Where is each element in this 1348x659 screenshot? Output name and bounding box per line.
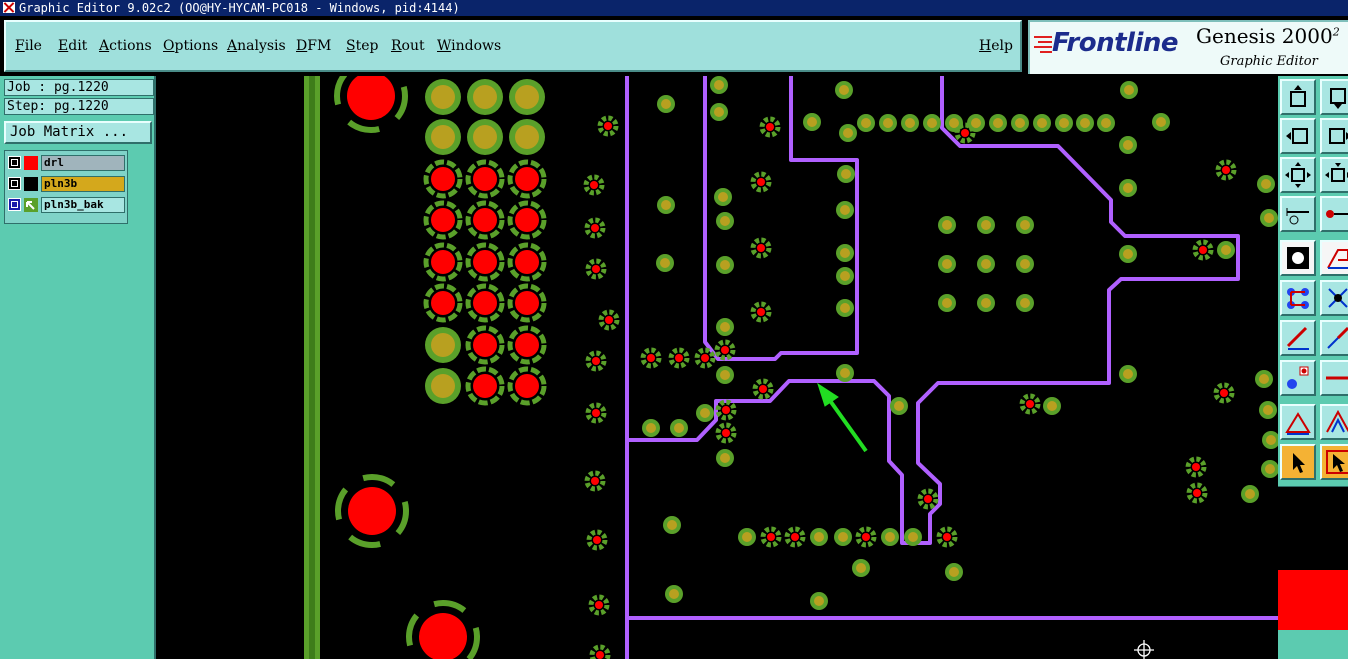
menu-dfm[interactable]: DFM xyxy=(296,38,331,54)
brand-banner: Frontline Genesis 20002 Graphic Editor xyxy=(1028,20,1348,74)
snapshot-icon[interactable] xyxy=(1280,240,1316,276)
triangle-icon[interactable] xyxy=(1280,404,1316,440)
line-blue-icon[interactable] xyxy=(1320,320,1348,356)
move-left-icon[interactable] xyxy=(1280,118,1316,154)
menu-step[interactable]: Step xyxy=(346,38,378,54)
layer-color-swatch[interactable] xyxy=(24,156,38,170)
job-matrix-button[interactable]: Job Matrix ... xyxy=(4,121,152,144)
fit-icon[interactable] xyxy=(1280,157,1316,193)
pointer-icon[interactable] xyxy=(1280,444,1316,480)
layer-checkbox[interactable] xyxy=(8,156,21,169)
line-red-icon[interactable] xyxy=(1280,320,1316,356)
layer-row-pln3b[interactable]: pln3b xyxy=(8,176,126,192)
left-panel: Job : pg.1220 Step: pg.1220 Job Matrix .… xyxy=(0,76,155,659)
menu-actions[interactable]: Actions xyxy=(99,38,152,54)
menu-windows[interactable]: Windows xyxy=(437,38,501,54)
layer-checkbox[interactable] xyxy=(8,177,21,190)
current-color-swatch[interactable] xyxy=(1278,570,1348,630)
layer-checkbox[interactable] xyxy=(8,198,21,211)
window-title: Graphic Editor 9.02c2 (OO@HY-HYCAM-PC018… xyxy=(19,1,460,15)
pointer-alt-icon[interactable] xyxy=(1320,444,1348,480)
via-group xyxy=(586,118,1234,659)
frontline-logo: Frontline xyxy=(1052,28,1179,58)
move-right-icon[interactable] xyxy=(1320,118,1348,154)
step-label: Step: pg.1220 xyxy=(4,98,154,115)
menu-bar: File Edit Actions Options Analysis DFM S… xyxy=(4,20,1022,72)
fit-alt-icon[interactable] xyxy=(1320,157,1348,193)
product-name: Genesis 20002 xyxy=(1196,24,1340,48)
add-pad-icon[interactable] xyxy=(1280,360,1316,396)
layer-row-drl[interactable]: drl xyxy=(8,155,126,171)
pad-group xyxy=(642,76,1278,610)
annotation-arrow-icon xyxy=(817,382,868,453)
move-up-alt-icon[interactable] xyxy=(1320,79,1348,115)
menu-help[interactable]: Help xyxy=(979,38,1013,54)
layer-list: drl pln3b pln3b_bak xyxy=(4,150,128,224)
right-toolbar xyxy=(1278,76,1348,659)
layer-color-swatch[interactable] xyxy=(24,177,38,191)
job-label: Job : pg.1220 xyxy=(4,79,154,96)
pcb-canvas[interactable] xyxy=(156,76,1278,659)
menu-rout[interactable]: Rout xyxy=(391,38,425,54)
flag-icon[interactable] xyxy=(1320,240,1348,276)
crosshair-cursor-icon xyxy=(1134,640,1154,659)
menu-file[interactable]: File xyxy=(15,38,42,54)
move-up-icon[interactable] xyxy=(1280,79,1316,115)
line-horizontal-icon[interactable] xyxy=(1320,360,1348,396)
menu-options[interactable]: Options xyxy=(163,38,218,54)
layer-row-pln3b-bak[interactable]: pln3b_bak xyxy=(8,197,126,213)
layer-name[interactable]: pln3b xyxy=(41,176,125,192)
product-suffix: 2 xyxy=(1332,25,1340,39)
menu-analysis[interactable]: Analysis xyxy=(227,38,286,54)
menu-edit[interactable]: Edit xyxy=(58,38,87,54)
layer-name[interactable]: pln3b_bak xyxy=(41,197,125,213)
cross-icon[interactable] xyxy=(1320,280,1348,316)
edit-layer-arrow-icon[interactable] xyxy=(24,198,38,212)
product-subtitle: Graphic Editor xyxy=(1220,54,1318,69)
layer-name[interactable]: drl xyxy=(41,155,125,171)
toolbar-empty-area xyxy=(1278,486,1348,571)
probe-icon[interactable] xyxy=(1320,196,1348,232)
product-title: Genesis 2000 xyxy=(1196,24,1333,48)
title-bar: Graphic Editor 9.02c2 (OO@HY-HYCAM-PC018… xyxy=(0,0,1348,16)
ruler-icon[interactable] xyxy=(1280,196,1316,232)
app-icon[interactable] xyxy=(3,2,15,13)
pcb-drawing[interactable] xyxy=(156,76,1278,659)
triangle-alt-icon[interactable] xyxy=(1320,404,1348,440)
net-icon[interactable] xyxy=(1280,280,1316,316)
